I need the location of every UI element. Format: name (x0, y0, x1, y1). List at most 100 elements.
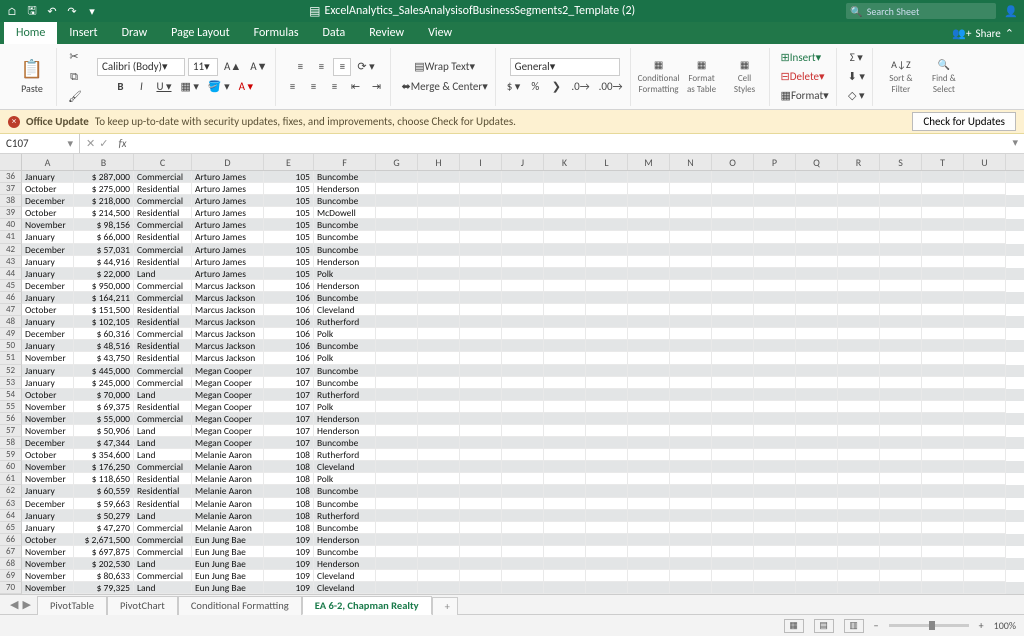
cell[interactable] (754, 449, 796, 461)
align-right-icon[interactable]: ≡ (326, 78, 344, 96)
cell[interactable] (964, 413, 1006, 425)
cell[interactable] (712, 401, 754, 413)
cell[interactable] (964, 231, 1006, 243)
cell[interactable] (460, 231, 502, 243)
table-row[interactable]: 41January$ 66,000ResidentialArturo James… (0, 231, 1024, 243)
cell[interactable] (964, 292, 1006, 304)
cell[interactable] (544, 280, 586, 292)
cell[interactable]: Arturo James (192, 256, 264, 268)
decrease-decimal-icon[interactable]: .00→ (596, 78, 626, 96)
cell[interactable] (544, 437, 586, 449)
column-header[interactable]: E (264, 154, 314, 170)
cell[interactable] (460, 582, 502, 594)
cell[interactable] (754, 401, 796, 413)
cell[interactable] (712, 498, 754, 510)
table-row[interactable]: 69November$ 80,633CommercialEun Jung Bae… (0, 570, 1024, 582)
cell[interactable]: $ 69,375 (74, 401, 134, 413)
cell[interactable] (880, 413, 922, 425)
cell[interactable]: $ 47,344 (74, 437, 134, 449)
cell[interactable] (754, 365, 796, 377)
cell[interactable]: Land (134, 268, 192, 280)
cell[interactable] (880, 401, 922, 413)
cell[interactable] (922, 365, 964, 377)
cell[interactable] (838, 316, 880, 328)
cell[interactable]: 105 (264, 183, 314, 195)
cell[interactable]: 108 (264, 498, 314, 510)
cell[interactable] (754, 231, 796, 243)
cell[interactable] (796, 449, 838, 461)
cell[interactable] (376, 498, 418, 510)
cell[interactable]: 106 (264, 304, 314, 316)
cell[interactable] (544, 292, 586, 304)
cell[interactable] (796, 546, 838, 558)
cell[interactable] (544, 449, 586, 461)
cell[interactable] (922, 510, 964, 522)
cell[interactable] (754, 510, 796, 522)
cell[interactable] (586, 316, 628, 328)
cell[interactable] (670, 582, 712, 594)
cell[interactable] (544, 316, 586, 328)
cell[interactable] (628, 389, 670, 401)
cell[interactable] (628, 292, 670, 304)
cell[interactable] (796, 437, 838, 449)
cell[interactable] (964, 461, 1006, 473)
cell[interactable]: 105 (264, 231, 314, 243)
expand-formula-icon[interactable]: ▾ (1006, 134, 1024, 153)
cell[interactable] (754, 413, 796, 425)
tab-data[interactable]: Data (311, 22, 358, 44)
cell[interactable] (376, 437, 418, 449)
cell[interactable] (712, 304, 754, 316)
table-row[interactable]: 49December$ 60,316CommercialMarcus Jacks… (0, 328, 1024, 340)
cell[interactable]: 106 (264, 316, 314, 328)
cell[interactable] (544, 195, 586, 207)
cell[interactable]: $ 102,105 (74, 316, 134, 328)
cell[interactable] (418, 582, 460, 594)
cell[interactable] (418, 485, 460, 497)
clear-button[interactable]: ◇ ▾ (845, 87, 867, 105)
cell[interactable] (880, 534, 922, 546)
cell[interactable] (796, 461, 838, 473)
cell[interactable]: Henderson (314, 413, 376, 425)
cell[interactable] (922, 389, 964, 401)
cell[interactable]: $ 98,156 (74, 219, 134, 231)
cell[interactable] (586, 558, 628, 570)
cell[interactable]: November (22, 570, 74, 582)
cell[interactable] (418, 437, 460, 449)
cell[interactable] (838, 377, 880, 389)
cancel-formula-icon[interactable]: ✕ (86, 137, 95, 150)
cell[interactable]: $ 950,000 (74, 280, 134, 292)
cell[interactable] (922, 183, 964, 195)
cell[interactable]: October (22, 389, 74, 401)
cell[interactable] (838, 328, 880, 340)
cell[interactable] (586, 425, 628, 437)
cell[interactable] (670, 546, 712, 558)
cell[interactable] (586, 328, 628, 340)
cell[interactable] (418, 340, 460, 352)
sheet-nav-prev-icon[interactable]: ◀ (10, 598, 18, 611)
cell[interactable] (628, 449, 670, 461)
cell[interactable] (628, 316, 670, 328)
row-header[interactable]: 40 (0, 219, 22, 231)
cell[interactable] (880, 340, 922, 352)
cell[interactable]: Land (134, 425, 192, 437)
cell[interactable] (670, 389, 712, 401)
cell[interactable]: $ 60,316 (74, 328, 134, 340)
cell[interactable] (964, 340, 1006, 352)
cell[interactable] (628, 280, 670, 292)
cell[interactable]: Commercial (134, 534, 192, 546)
cell[interactable] (922, 171, 964, 183)
cell[interactable] (880, 582, 922, 594)
cell[interactable]: 108 (264, 473, 314, 485)
cell[interactable]: Buncombe (314, 377, 376, 389)
cell[interactable] (502, 522, 544, 534)
cell[interactable] (880, 546, 922, 558)
cell[interactable]: Melanie Aaron (192, 473, 264, 485)
table-row[interactable]: 51November$ 43,750ResidentialMarcus Jack… (0, 352, 1024, 364)
cell[interactable] (796, 171, 838, 183)
home-icon[interactable]: ⌂ (6, 5, 18, 17)
cell[interactable] (964, 498, 1006, 510)
cell[interactable]: Residential (134, 231, 192, 243)
paste-button[interactable]: 📋 Paste (12, 54, 52, 100)
save-icon[interactable]: 🖫 (26, 5, 38, 17)
cell[interactable] (922, 485, 964, 497)
